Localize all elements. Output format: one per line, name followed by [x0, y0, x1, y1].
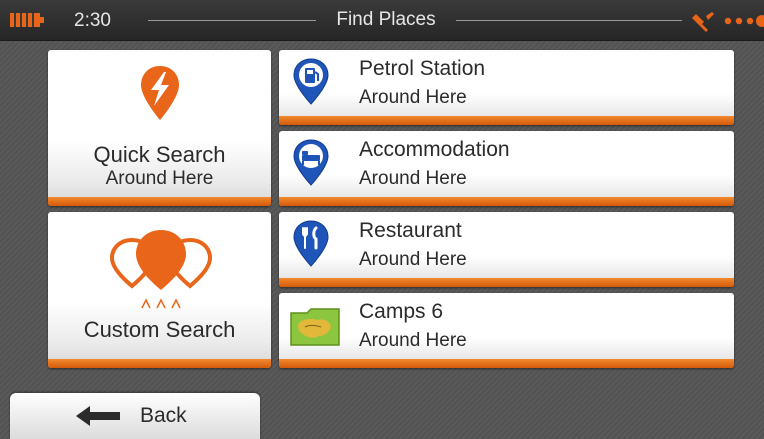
accent-stripe	[279, 116, 734, 125]
clock: 2:30	[74, 10, 111, 31]
map-folder-icon	[290, 308, 340, 346]
place-title: Restaurant	[359, 219, 462, 242]
quick-search-button[interactable]: Quick Search Around Here	[48, 50, 271, 206]
place-row-restaurant[interactable]: Restaurant Around Here	[279, 212, 734, 287]
accent-stripe	[279, 197, 734, 206]
place-row-petrol-station[interactable]: Petrol Station Around Here	[279, 50, 734, 125]
accent-stripe	[48, 359, 271, 368]
place-row-accommodation[interactable]: Accommodation Around Here	[279, 131, 734, 206]
place-title: Camps 6	[359, 300, 444, 323]
back-arrow-icon	[76, 406, 120, 426]
quick-search-subtitle: Around Here	[105, 168, 214, 189]
back-button[interactable]: Back	[10, 393, 260, 439]
fork-knife-icon	[293, 220, 329, 267]
fuel-pump-icon	[293, 58, 329, 105]
accent-stripe	[48, 197, 271, 206]
back-label: Back	[140, 404, 187, 427]
status-bar: 2:30 Find Places	[0, 0, 764, 41]
custom-search-title: Custom Search	[83, 317, 236, 342]
place-subtitle: Around Here	[359, 87, 467, 108]
battery-icon	[10, 13, 44, 27]
title-divider-left	[148, 20, 316, 21]
place-subtitle: Around Here	[359, 249, 467, 270]
satellite-signal-icon[interactable]	[692, 10, 764, 32]
place-subtitle: Around Here	[359, 168, 467, 189]
lightning-pin-icon	[141, 66, 179, 120]
balloons-icon	[109, 230, 213, 309]
place-title: Accommodation	[359, 138, 510, 161]
place-subtitle: Around Here	[359, 330, 467, 351]
page-title: Find Places	[336, 9, 436, 30]
bed-icon	[293, 139, 329, 186]
accent-stripe	[279, 278, 734, 287]
place-row-camps[interactable]: Camps 6 Around Here	[279, 293, 734, 368]
title-divider-right	[456, 20, 682, 21]
quick-search-title: Quick Search	[93, 142, 226, 167]
custom-search-button[interactable]: Custom Search	[48, 212, 271, 368]
place-title: Petrol Station	[359, 57, 486, 80]
accent-stripe	[279, 359, 734, 368]
